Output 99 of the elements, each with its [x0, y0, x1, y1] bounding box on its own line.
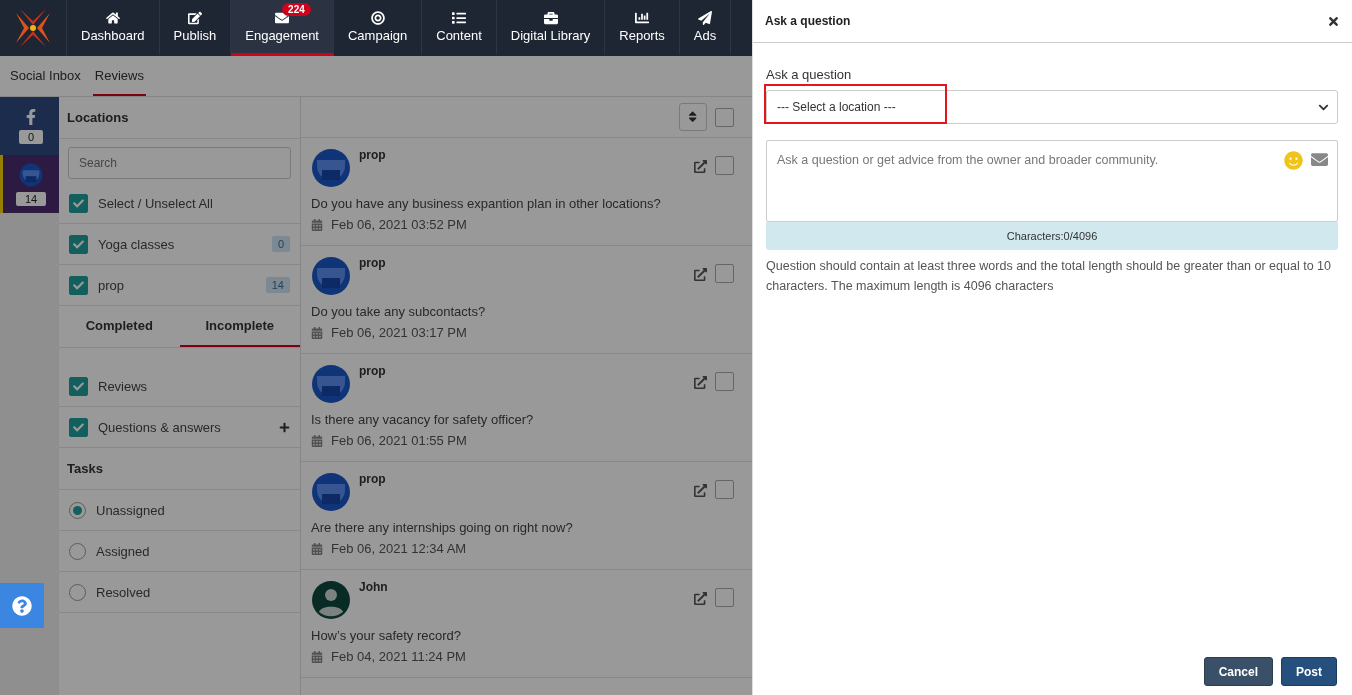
nav-label: Digital Library [510, 27, 591, 43]
nav-label: Dashboard [81, 27, 145, 43]
date-text: Feb 06, 2021 03:17 PM [331, 325, 467, 340]
calendar-icon [311, 218, 323, 231]
author-name: prop [359, 472, 387, 486]
nav-label: Reports [619, 27, 665, 43]
channel-tile[interactable]: 0 [0, 97, 59, 155]
author-name: John [359, 580, 389, 594]
check-icon [73, 279, 84, 291]
nav-tab[interactable]: 224 Engagement [231, 0, 334, 56]
channel-count: 14 [15, 191, 47, 206]
home-icon [105, 10, 120, 25]
checkbox-label: Reviews [98, 378, 149, 394]
check-icon [73, 197, 84, 209]
question-text: Do you have any business expantion plan in other locations? [311, 196, 662, 211]
check-icon [73, 380, 84, 392]
store-avatar-icon [311, 148, 351, 188]
person-avatar-icon [311, 580, 351, 620]
field-label: Ask a question [766, 67, 853, 82]
date-text: Feb 06, 2021 12:34 AM [331, 541, 467, 556]
emoji-icon[interactable] [1284, 151, 1303, 170]
checkbox[interactable] [715, 264, 734, 283]
section-title: Tasks [59, 448, 300, 490]
question-text: How’s your safety record? [311, 628, 463, 643]
external-link-icon[interactable] [694, 592, 707, 605]
calendar-icon [311, 326, 323, 339]
author-name: prop [359, 256, 387, 270]
list-icon [452, 10, 466, 25]
external-link-icon[interactable] [694, 268, 707, 281]
radio-label: Unassigned [96, 502, 166, 518]
date-text: Feb 04, 2021 11:24 PM [331, 649, 466, 664]
calendar-icon [311, 434, 323, 447]
sub-tab[interactable]: Social Inbox [8, 56, 83, 96]
question-text: Do you take any subcontacts? [311, 304, 487, 319]
question-text: Are there any internships going on right now? [311, 520, 574, 535]
target-icon [370, 10, 385, 25]
location-count: 14 [265, 277, 290, 293]
radio-label: Assigned [96, 543, 151, 559]
location-count: 0 [271, 236, 290, 252]
author-name: prop [359, 364, 387, 378]
briefcase-icon [543, 10, 558, 25]
date-text: Feb 06, 2021 01:55 PM [331, 433, 467, 448]
external-link-icon[interactable] [694, 160, 707, 173]
filter-tab[interactable]: Completed [59, 306, 180, 347]
search-field[interactable]: Search [68, 147, 291, 179]
checkbox[interactable] [715, 372, 734, 391]
external-link-icon[interactable] [694, 376, 707, 389]
check-icon [73, 421, 84, 433]
checkbox[interactable] [69, 275, 88, 295]
checkbox[interactable] [69, 417, 88, 437]
checkbox[interactable] [715, 107, 734, 127]
checkbox[interactable] [69, 193, 88, 213]
paper-plane-icon [698, 10, 712, 25]
location-name: prop [98, 277, 126, 293]
envelope-icon[interactable] [1311, 151, 1328, 168]
help-button[interactable] [0, 583, 44, 628]
nav-label: Ads [693, 27, 717, 43]
checkbox[interactable] [69, 234, 88, 254]
nav-label: Engagement [245, 27, 319, 43]
calendar-icon [311, 542, 323, 555]
location-name: Yoga classes [98, 236, 176, 252]
check-icon [73, 238, 84, 250]
external-link-icon[interactable] [694, 484, 707, 497]
date-text: Feb 06, 2021 03:52 PM [331, 217, 467, 232]
sort-button[interactable] [679, 103, 707, 131]
section-title: Locations [59, 97, 300, 139]
channel-tile[interactable]: 14 [0, 155, 59, 213]
question-field[interactable]: Ask a question or get advice from the owner and broader community. [766, 140, 1338, 222]
question-text: Is there any vacancy for safety officer? [311, 412, 535, 427]
count-badge: 224 [282, 3, 311, 16]
checkbox[interactable] [715, 588, 734, 607]
character-counter: Characters:0/4096 [766, 222, 1338, 250]
question-icon [12, 595, 32, 616]
checkbox[interactable] [715, 480, 734, 499]
location-select[interactable]: --- Select a location --- [766, 90, 1338, 124]
author-name: prop [359, 148, 387, 162]
close-button[interactable] [1327, 14, 1340, 28]
dialog-button[interactable]: Post [1281, 657, 1337, 686]
store-avatar-icon [311, 256, 351, 296]
edit-icon [187, 10, 202, 25]
checkbox[interactable] [715, 156, 734, 175]
channel-count: 0 [18, 129, 44, 144]
calendar-icon [311, 650, 323, 663]
store-avatar-icon [311, 472, 351, 512]
radio-label: Resolved [96, 584, 152, 600]
bar-chart-icon [635, 10, 650, 25]
nav-label: Publish [173, 27, 217, 43]
plus-icon[interactable] [279, 421, 290, 433]
nav-label: Campaign [348, 27, 408, 43]
checkbox-label: Questions & answers [98, 419, 222, 435]
envelope-icon [275, 10, 290, 25]
nav-label: Content [436, 27, 482, 43]
store-icon [19, 162, 43, 187]
hint-text: Question should contain at least three words and the total length should be greater than or equal to 10 characters. The maximum length is 4096 characters [766, 258, 1332, 295]
checkbox-label: Select / Unselect All [98, 195, 214, 211]
dialog-button[interactable]: Cancel [1203, 657, 1273, 686]
dialog-title: Ask a question [765, 14, 851, 28]
store-avatar-icon [311, 364, 351, 404]
checkbox[interactable] [69, 376, 88, 396]
